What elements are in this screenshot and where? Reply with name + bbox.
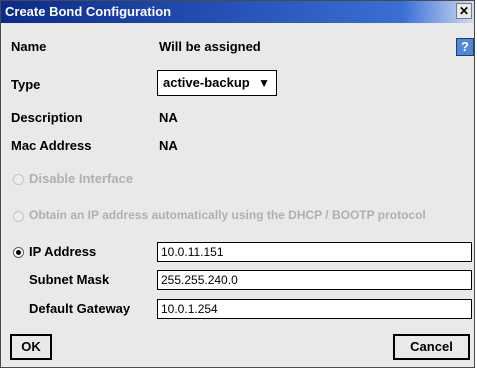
name-value: Will be assigned (159, 39, 261, 54)
subnet-mask-input[interactable]: 255.255.240.0 (157, 270, 472, 290)
cancel-button[interactable]: Cancel (393, 334, 470, 360)
triangle-down-icon: ▼ (258, 76, 270, 90)
default-gateway-input[interactable]: 10.0.1.254 (157, 299, 472, 319)
ok-button[interactable]: OK (10, 334, 52, 360)
dhcp-radio (13, 211, 24, 222)
ip-address-input[interactable]: 10.0.11.151 (157, 242, 472, 262)
dhcp-label: Obtain an IP address automatically using… (29, 208, 426, 222)
help-icon[interactable]: ? (456, 38, 474, 56)
ip-address-radio[interactable] (13, 247, 24, 258)
subnet-mask-label: Subnet Mask (29, 272, 110, 287)
default-gateway-label: Default Gateway (29, 301, 131, 316)
description-value: NA (159, 110, 178, 125)
disable-interface-label: Disable Interface (29, 171, 134, 186)
mac-address-label: Mac Address (11, 138, 92, 153)
mac-address-value: NA (159, 138, 178, 153)
type-select[interactable]: active-backup ▼ (157, 70, 277, 96)
dialog-title: Create Bond Configuration (5, 4, 172, 19)
type-select-value: active-backup (163, 75, 250, 90)
description-label: Description (11, 110, 83, 125)
bond-config-dialog: Create Bond Configuration ✕ ? Name Will … (0, 0, 475, 368)
type-label: Type (11, 77, 41, 92)
name-label: Name (11, 39, 47, 54)
ip-address-label: IP Address (29, 244, 97, 259)
close-icon[interactable]: ✕ (456, 3, 472, 19)
disable-interface-radio (13, 174, 24, 185)
title-bar: Create Bond Configuration ✕ (1, 1, 474, 23)
